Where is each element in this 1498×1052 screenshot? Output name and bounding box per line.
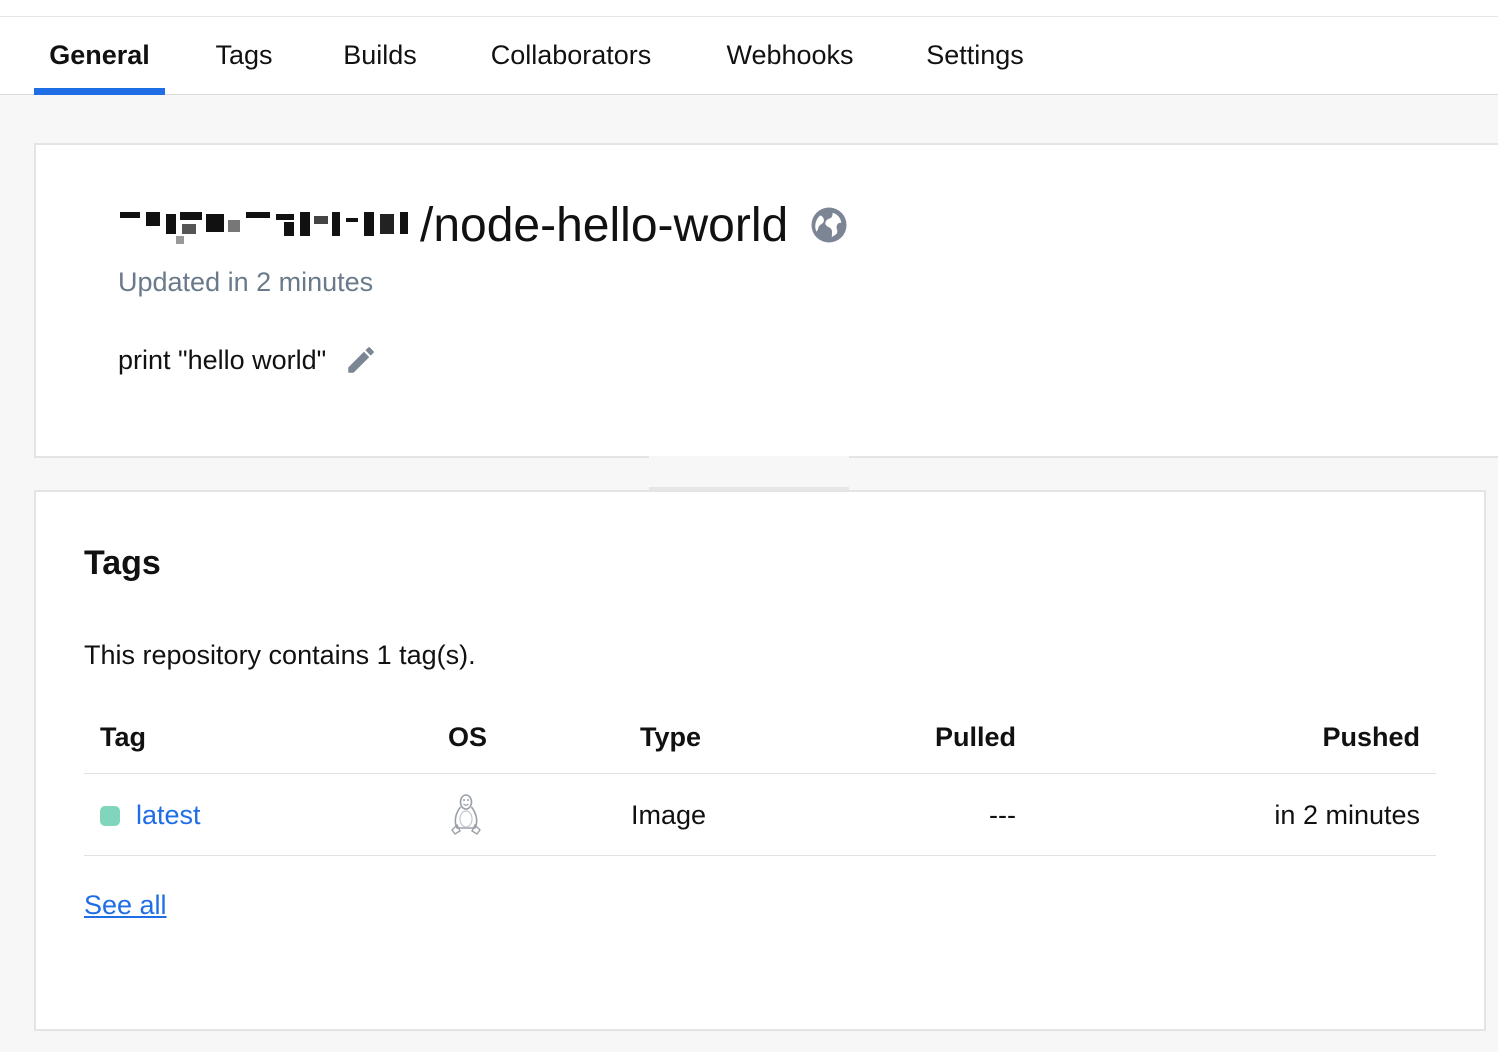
repository-description: print "hello world" [118, 344, 327, 375]
pencil-icon[interactable] [344, 343, 378, 377]
tab-collaborators[interactable]: Collaborators [466, 17, 676, 94]
repository-name: /node-hello-world [420, 198, 789, 252]
tab-builds[interactable]: Builds [324, 17, 436, 94]
tab-webhooks[interactable]: Webhooks [706, 17, 874, 94]
tag-status-indicator [100, 806, 120, 826]
tags-summary: This repository contains 1 tag(s). [84, 640, 476, 670]
column-header-tag: Tag [100, 722, 146, 752]
column-header-pulled: Pulled [934, 722, 1016, 752]
description-row: print "hello world" [118, 340, 378, 380]
tab-settings[interactable]: Settings [904, 17, 1046, 94]
redacted-namespace [118, 202, 418, 248]
tags-card: Tags This repository contains 1 tag(s). … [34, 490, 1486, 1031]
column-header-os: OS [448, 722, 488, 752]
globe-icon [811, 207, 847, 243]
column-header-type: Type [640, 722, 702, 752]
tag-type: Image [631, 800, 707, 830]
tab-bar: General Tags Builds Collaborators Webhoo… [0, 17, 1498, 95]
table-row: latest Image --- in 2 minutes [84, 774, 1436, 856]
repository-header-card: /node-hello-world Updated in 2 minutes p… [34, 143, 1498, 458]
column-header-pushed: Pushed [1322, 722, 1420, 752]
tag-pulled: --- [989, 800, 1016, 830]
repository-title: /node-hello-world [118, 195, 850, 255]
top-strip [0, 0, 1498, 17]
updated-timestamp: Updated in 2 minutes [118, 267, 374, 297]
table-header: Tag OS Type Pulled Pushed [84, 702, 1436, 774]
see-all-link[interactable]: See all [84, 890, 167, 921]
tags-table: Tag OS Type Pulled Pushed latest Image -… [84, 702, 1436, 856]
linux-icon [451, 794, 481, 835]
card-divider [649, 456, 849, 490]
tab-general[interactable]: General [34, 17, 165, 95]
tags-heading: Tags [84, 544, 161, 582]
tag-link[interactable]: latest [136, 800, 201, 831]
tab-tags[interactable]: Tags [196, 17, 292, 94]
tag-pushed: in 2 minutes [1274, 800, 1420, 830]
